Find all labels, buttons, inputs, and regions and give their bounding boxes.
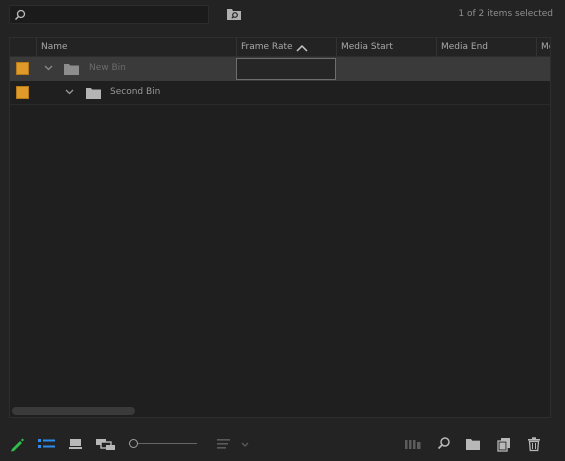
column-header-media-start[interactable]: Media Start (336, 38, 436, 57)
find-icon[interactable] (437, 436, 451, 452)
column-header-media-duration[interactable]: Me (536, 38, 550, 57)
chevron-down-icon[interactable] (44, 65, 53, 71)
search-field[interactable] (9, 5, 209, 24)
project-panel-topbar: 1 of 2 items selected (0, 0, 565, 36)
label-column-header[interactable] (10, 38, 36, 57)
label-color-chip[interactable] (16, 62, 29, 75)
bin-name[interactable]: New Bin (89, 63, 126, 73)
new-bin-icon[interactable] (465, 436, 481, 452)
selection-status: 1 of 2 items selected (458, 9, 553, 19)
write-on-icon[interactable] (9, 436, 25, 452)
sort-ascending-icon (296, 44, 308, 52)
chevron-down-icon[interactable] (65, 89, 74, 95)
bin-folder-icon (64, 64, 79, 75)
icon-view-icon[interactable] (69, 436, 83, 452)
create-search-bin-icon[interactable] (226, 7, 242, 21)
sort-icons-icon[interactable] (216, 436, 250, 452)
new-item-icon[interactable] (497, 436, 511, 452)
column-header-row: Name Frame Rate Media Start Media End Me (10, 38, 550, 57)
project-panel-toolbar (0, 430, 565, 461)
frame-rate-edit-cell[interactable] (236, 58, 336, 80)
trash-icon[interactable] (527, 436, 541, 452)
label-color-chip[interactable] (16, 86, 29, 99)
bin-name[interactable]: Second Bin (110, 87, 160, 97)
column-header-frame-rate-label: Frame Rate (241, 42, 293, 52)
bin-row-second-bin[interactable]: Second Bin (10, 81, 550, 105)
automate-to-sequence-icon[interactable] (404, 436, 422, 452)
horizontal-scrollbar[interactable] (12, 407, 135, 415)
column-header-frame-rate[interactable]: Frame Rate (236, 38, 336, 57)
bin-row-new-bin[interactable]: New Bin (10, 57, 550, 81)
freeform-view-icon[interactable] (96, 436, 116, 452)
search-input[interactable] (28, 6, 206, 23)
list-view-icon[interactable] (38, 436, 56, 452)
zoom-slider-track[interactable] (137, 443, 197, 444)
zoom-slider-handle[interactable] (129, 439, 138, 448)
column-header-name[interactable]: Name (36, 38, 236, 57)
column-header-media-end[interactable]: Media End (436, 38, 536, 57)
project-list-panel: Name Frame Rate Media Start Media End Me… (9, 37, 551, 418)
search-icon (14, 9, 26, 21)
bin-folder-icon (86, 88, 101, 99)
